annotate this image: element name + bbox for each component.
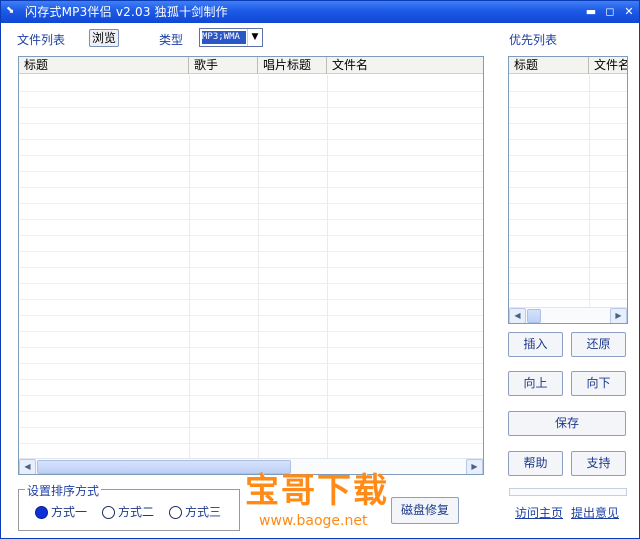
sort-option-1-label: 方式一 (51, 505, 88, 519)
sort-method-title: 设置排序方式 (25, 482, 102, 499)
help-button[interactable]: 帮助 (508, 451, 563, 476)
watermark-url-text: www.baoge.net (259, 513, 368, 529)
grid-line (509, 171, 627, 172)
feedback-link[interactable]: 提出意见 (571, 504, 619, 521)
grid-line (509, 91, 627, 92)
grid-line (19, 379, 483, 380)
type-select[interactable]: MP3;WMA ▼ (199, 28, 263, 47)
scroll-right-icon[interactable]: ▶ (466, 459, 483, 474)
grid-line (19, 299, 483, 300)
scroll-left-icon[interactable]: ◀ (509, 308, 526, 323)
grid-line (509, 299, 627, 300)
restore-button[interactable]: 还原 (571, 332, 626, 357)
grid-line (509, 267, 627, 268)
grid-line (19, 363, 483, 364)
priority-list-header: 标题 文件名 (509, 57, 627, 74)
title-bar[interactable]: ⬊ 闪存式MP3伴侣 v2.03 独孤十剑制作 ▬ ◻ ✕ (1, 1, 639, 23)
grid-line (19, 251, 483, 252)
sort-method-group: 设置排序方式 方式一 方式二 方式三 (18, 482, 240, 531)
file-list-view[interactable]: 标题 歌手 唱片标题 文件名 ◀ ▶ (18, 56, 484, 475)
file-list-body (19, 75, 483, 458)
grid-line (19, 203, 483, 204)
grid-line (589, 75, 590, 307)
visit-homepage-link[interactable]: 访问主页 (515, 504, 563, 521)
grid-line (509, 203, 627, 204)
priority-list-hscrollbar[interactable]: ◀ ▶ (509, 307, 627, 323)
grid-line (19, 219, 483, 220)
grid-line (19, 235, 483, 236)
priority-list-label: 优先列表 (509, 33, 558, 47)
grid-line (19, 91, 483, 92)
save-button[interactable]: 保存 (508, 411, 626, 436)
grid-line (19, 443, 483, 444)
column-header-filename[interactable]: 文件名 (327, 57, 483, 74)
grid-line (19, 171, 483, 172)
grid-line (509, 235, 627, 236)
grid-line (19, 123, 483, 124)
move-up-button[interactable]: 向上 (508, 371, 563, 396)
grid-line (509, 219, 627, 220)
grid-line (509, 123, 627, 124)
priority-list-body (509, 75, 627, 307)
priority-list-view[interactable]: 标题 文件名 ◀ ▶ (508, 56, 628, 324)
scroll-left-icon[interactable]: ◀ (19, 459, 36, 474)
watermark-main-text: 宝哥下载 (245, 471, 389, 511)
file-list-header: 标题 歌手 唱片标题 文件名 (19, 57, 483, 74)
support-button[interactable]: 支持 (571, 451, 626, 476)
grid-line (509, 155, 627, 156)
grid-line (19, 427, 483, 428)
file-list-label: 文件列表 (17, 33, 66, 47)
radio-checked-icon[interactable] (35, 506, 48, 519)
type-label: 类型 (159, 33, 184, 47)
grid-line (509, 107, 627, 108)
column-header-album[interactable]: 唱片标题 (258, 57, 327, 74)
grid-line (19, 347, 483, 348)
column-header-artist[interactable]: 歌手 (189, 57, 258, 74)
grid-line (509, 283, 627, 284)
grid-line (509, 139, 627, 140)
grid-line (19, 139, 483, 140)
chevron-down-icon[interactable]: ▼ (247, 29, 262, 46)
maximize-button[interactable]: ◻ (602, 4, 618, 20)
grid-line (19, 187, 483, 188)
scroll-thumb[interactable] (527, 309, 541, 323)
priority-column-header-title[interactable]: 标题 (509, 57, 589, 74)
browse-button[interactable]: 浏览 (89, 29, 119, 47)
move-down-button[interactable]: 向下 (571, 371, 626, 396)
close-button[interactable]: ✕ (621, 4, 637, 20)
column-header-title[interactable]: 标题 (19, 57, 189, 74)
radio-unchecked-icon[interactable] (102, 506, 115, 519)
grid-line (19, 315, 483, 316)
window-title: 闪存式MP3伴侣 v2.03 独孤十剑制作 (25, 5, 228, 19)
app-menu-icon[interactable]: ⬊ (6, 5, 18, 17)
scroll-right-icon[interactable]: ▶ (610, 308, 627, 323)
grid-line (509, 187, 627, 188)
sort-option-3-label: 方式三 (185, 505, 222, 519)
grid-line (19, 395, 483, 396)
grid-line (19, 331, 483, 332)
sort-option-2-label: 方式二 (118, 505, 155, 519)
insert-button[interactable]: 插入 (508, 332, 563, 357)
site-watermark-logo: 宝哥下载 www.baoge.net (245, 471, 405, 535)
main-window: ⬊ 闪存式MP3伴侣 v2.03 独孤十剑制作 ▬ ◻ ✕ 文件列表 浏览 类型… (0, 0, 640, 539)
minimize-button[interactable]: ▬ (583, 4, 599, 20)
grid-line (19, 155, 483, 156)
grid-line (19, 107, 483, 108)
grid-line (19, 283, 483, 284)
priority-column-header-filename[interactable]: 文件名 (589, 57, 627, 74)
type-select-value: MP3;WMA (202, 31, 246, 44)
grid-line (19, 267, 483, 268)
status-progress-bar (509, 488, 627, 496)
grid-line (509, 251, 627, 252)
grid-line (19, 411, 483, 412)
radio-unchecked-icon[interactable] (169, 506, 182, 519)
